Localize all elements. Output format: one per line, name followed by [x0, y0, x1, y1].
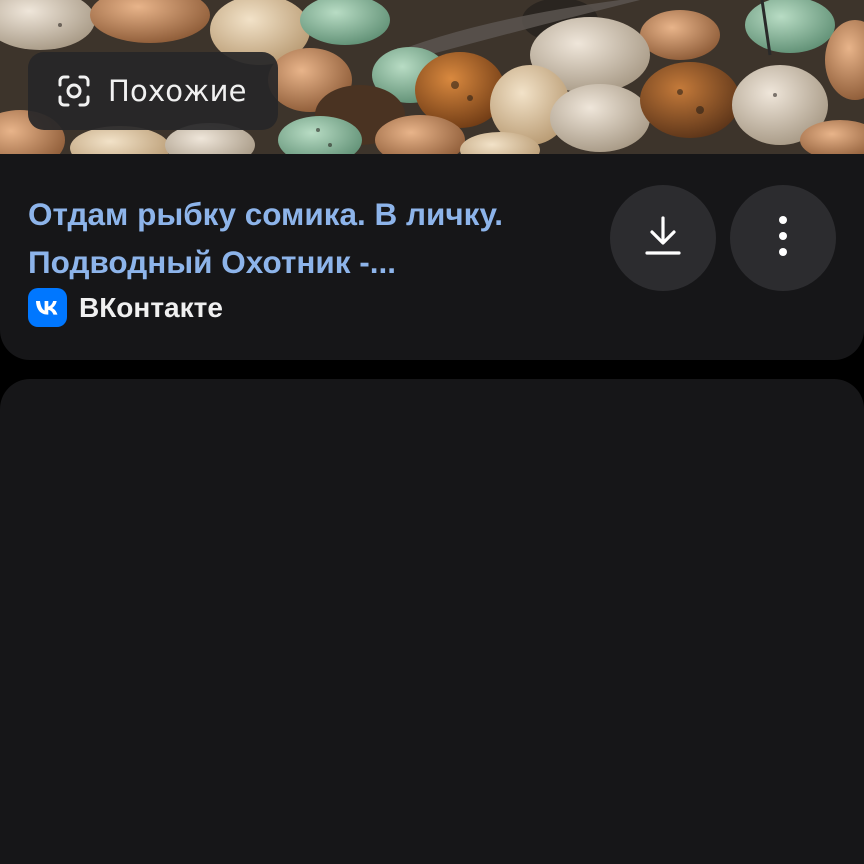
download-button[interactable] — [610, 185, 716, 291]
more-options-button[interactable] — [730, 185, 836, 291]
similar-button-label: Похожие — [108, 74, 247, 108]
camera-lens-icon — [54, 71, 94, 111]
vk-logo-icon — [28, 288, 67, 327]
result-card: Отдам рыбку сомика. В личку. Подводный О… — [0, 154, 864, 360]
similar-images-button[interactable]: Похожие — [28, 52, 278, 130]
result-title-link[interactable]: Отдам рыбку сомика. В личку. Подводный О… — [28, 190, 608, 286]
next-result-card — [0, 379, 864, 864]
result-title-line-2: Подводный Охотник -... — [28, 244, 397, 280]
image-search-results: Похожие Отдам рыбку сомика. В личку. Под… — [0, 0, 864, 864]
result-image-preview[interactable]: Похожие — [0, 0, 864, 154]
download-icon — [643, 214, 683, 262]
result-title-line-1: Отдам рыбку сомика. В личку. — [28, 196, 503, 232]
more-vertical-icon — [777, 214, 789, 262]
result-source-link[interactable]: ВКонтакте — [28, 288, 223, 327]
result-source-name: ВКонтакте — [79, 291, 223, 323]
